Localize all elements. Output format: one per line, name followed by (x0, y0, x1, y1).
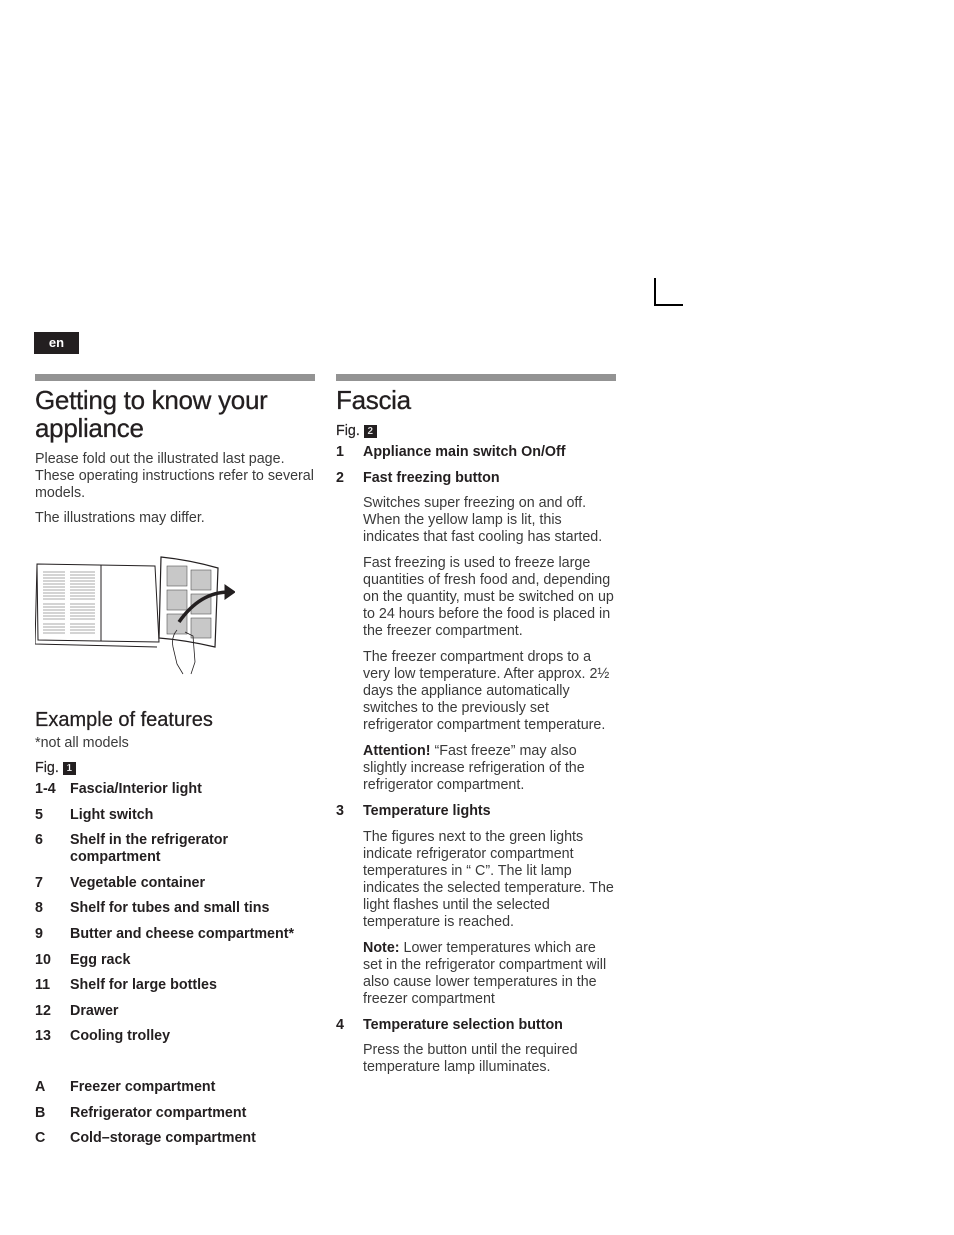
item-label: Butter and cheese compartment* (70, 925, 295, 942)
fig-number-badge: 1 (62, 762, 76, 775)
item-number: 10 (35, 951, 51, 968)
item-number: 2 (336, 469, 344, 486)
list-item: 7 Vegetable container (35, 875, 315, 892)
item-number: 11 (35, 977, 51, 994)
item-label: Temperature selection button (363, 1016, 563, 1033)
item-description: Press the button until the required temp… (336, 1042, 616, 1076)
list-item: C Cold–storage compartment (35, 1130, 315, 1147)
intro-paragraph: The illustrations may differ. (35, 510, 205, 526)
list-item: 1-4 Fascia/Interior light (35, 781, 315, 798)
attention-label: Attention! (363, 743, 431, 760)
item-label: Fast freezing button (363, 469, 500, 486)
item-number: B (35, 1104, 46, 1121)
list-item: 10 Egg rack (35, 952, 315, 969)
item-description: Switches super freezing on and off. When… (336, 495, 616, 794)
item-number: 5 (35, 806, 43, 823)
fold-out-page-illustration (34, 556, 236, 675)
list-item: 9 Butter and cheese compartment* (35, 926, 315, 943)
item-number: 13 (35, 1028, 51, 1045)
list-item: 2 Fast freezing button (336, 470, 616, 487)
list-item: 1 Appliance main switch On/Off (336, 444, 616, 461)
list-item: 3 Temperature lights (336, 803, 616, 820)
section-title: Fascia (336, 385, 411, 415)
fig-label: Fig. (336, 423, 360, 439)
item-label: Cold–storage compartment (70, 1130, 256, 1147)
list-item: 12 Drawer (35, 1003, 315, 1020)
list-item: 11 Shelf for large bottles (35, 977, 315, 994)
figure-reference: Fig. 1 (35, 760, 315, 777)
description-paragraph: Press the button until the required temp… (363, 1042, 578, 1076)
item-label: Vegetable container (70, 874, 206, 891)
section-title: Getting to know your appliance (35, 385, 268, 443)
fascia-section: Fascia Fig. 2 1 Appliance main switch On/… (336, 374, 616, 1085)
item-label: Shelf in the refrigerator compartment (70, 832, 229, 866)
list-item: 8 Shelf for tubes and small tins (35, 900, 315, 917)
item-label: Shelf for tubes and small tins (70, 900, 270, 917)
item-number: 9 (35, 925, 43, 942)
description-paragraph: The freezer compartment drops to a very … (363, 649, 610, 734)
item-number: 3 (336, 803, 344, 820)
language-tab: en (34, 332, 79, 354)
item-label: Shelf for large bottles (70, 977, 217, 994)
list-item: 13 Cooling trolley (35, 1028, 315, 1045)
note-paragraph: Note: Lower temperatures which are set i… (363, 940, 616, 1008)
item-number: 7 (35, 874, 43, 891)
section-rule (336, 374, 616, 381)
item-number: 12 (35, 1002, 51, 1019)
getting-to-know-section: Getting to know your appliance Please fo… (34, 374, 315, 1156)
item-number: A (35, 1078, 46, 1095)
item-number: 4 (336, 1016, 344, 1033)
item-number: 1-4 (35, 781, 56, 797)
note-text: Lower temperatures which are set in the … (363, 939, 607, 1007)
item-description: The figures next to the green lights ind… (336, 829, 616, 1008)
list-item: 6 Shelf in the refrigerator compartment (35, 832, 315, 866)
item-label: Refrigerator compartment (70, 1104, 247, 1121)
crop-mark (654, 278, 683, 306)
item-label: Egg rack (70, 951, 131, 968)
description-paragraph: Fast freezing is used to freeze large qu… (363, 555, 614, 640)
item-label: Appliance main switch On/Off (363, 444, 566, 460)
figure-reference: Fig. 2 (336, 423, 616, 440)
list-item: 4 Temperature selection button (336, 1017, 616, 1034)
section-rule (35, 374, 315, 381)
item-label: Drawer (70, 1002, 119, 1019)
item-label: Freezer compartment (70, 1078, 216, 1095)
fig-label: Fig. (35, 760, 59, 776)
note-label: Note: (363, 939, 400, 956)
item-number: 6 (35, 832, 43, 849)
description-paragraph: Switches super freezing on and off. When… (363, 495, 603, 546)
item-label: Light switch (70, 806, 154, 823)
list-item: 5 Light switch (35, 807, 315, 824)
item-number: 8 (35, 900, 43, 917)
features-note: *not all models (35, 735, 129, 751)
intro-paragraph: Please fold out the illustrated last pag… (35, 451, 314, 501)
item-number: C (35, 1130, 46, 1147)
item-label: Cooling trolley (70, 1028, 171, 1045)
fig-number-badge: 2 (363, 425, 377, 438)
list-item: A Freezer compartment (35, 1079, 315, 1096)
item-label: Temperature lights (363, 803, 491, 820)
item-number: 1 (336, 444, 344, 460)
list-item: B Refrigerator compartment (35, 1105, 315, 1122)
features-heading: Example of features (35, 709, 213, 731)
attention-paragraph: Attention! “Fast freeze” may also slight… (363, 743, 616, 794)
item-label: Fascia/Interior light (70, 781, 202, 797)
features-list: 1-4 Fascia/Interior light 5 Light switch 6… (35, 781, 315, 1147)
description-paragraph: The figures next to the green lights ind… (363, 828, 614, 930)
